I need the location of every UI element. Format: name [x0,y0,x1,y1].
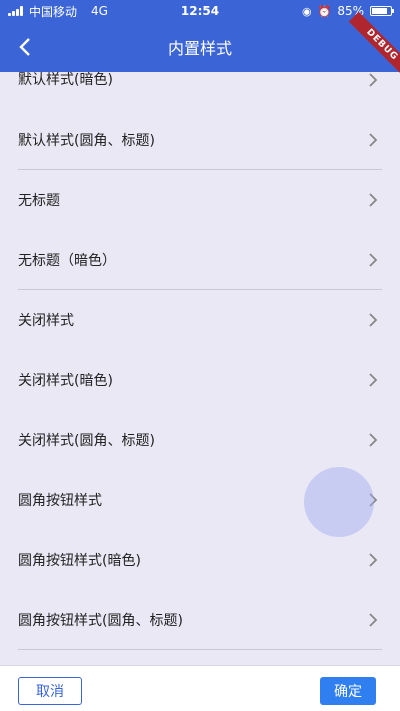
list-item-label: 圆角按钮样式 [18,493,102,509]
list-item-label: 圆角按钮样式(暗色) [18,553,141,569]
list-item-label: 默认样式(暗色) [18,72,113,88]
location-icon: ◉ [302,4,312,18]
chevron-right-icon [369,493,378,507]
chevron-right-icon [369,253,378,267]
debug-banner: DEBUG [348,11,400,79]
chevron-right-icon [369,433,378,447]
alarm-icon: ⏰ [317,4,332,18]
list-item[interactable]: 圆角按钮样式(暗色) [0,530,400,590]
chevron-right-icon [369,313,378,327]
cancel-button[interactable]: 取消 [18,677,82,705]
list-item-label: 关闭样式(圆角、标题) [18,433,155,449]
list-item[interactable]: 关闭样式(暗色) [0,350,400,410]
back-button[interactable] [8,30,42,64]
list-item-label: 无标题（暗色） [18,253,116,269]
list-item-label: 默认样式(圆角、标题) [18,133,155,149]
chevron-right-icon [369,133,378,147]
battery-icon [370,6,394,16]
back-arrow-icon [19,38,30,56]
status-bar: 中国移动 4G 12:54 ◉ ⏰ 85% [0,0,400,22]
list-item-label: 圆角按钮样式(圆角、标题) [18,613,183,629]
chevron-right-icon [369,613,378,627]
divider [18,649,382,650]
app-bar: 内置样式 DEBUG [0,11,400,79]
signal-icon [8,6,23,16]
list-item[interactable]: 圆角按钮样式(圆角、标题) [0,590,400,650]
list-item[interactable]: 关闭样式 [0,290,400,350]
list-item[interactable]: 默认样式(圆角、标题) [0,110,400,170]
chevron-right-icon [369,553,378,567]
list-item[interactable]: 无标题（暗色） [0,230,400,290]
style-list: 默认样式(暗色) 默认样式(圆角、标题) 无标题 无标题（暗色） 关闭样式 关闭… [0,50,400,650]
chevron-right-icon [369,193,378,207]
list-item[interactable]: 无标题 [0,170,400,230]
page-title: 内置样式 [167,39,232,58]
list-item[interactable]: 关闭样式(圆角、标题) [0,410,400,470]
list-item[interactable]: 圆角按钮样式 [0,470,400,530]
network-type: 4G [91,4,108,18]
list-item-label: 关闭样式(暗色) [18,373,113,389]
bottom-action-bar: 取消 确定 [0,665,400,711]
screen: 默认样式(暗色) 默认样式(圆角、标题) 无标题 无标题（暗色） 关闭样式 关闭… [0,0,400,711]
list-item-label: 关闭样式 [18,313,74,329]
carrier-name: 中国移动 [29,4,78,19]
confirm-button[interactable]: 确定 [320,677,376,705]
list-item-label: 无标题 [18,193,60,209]
chevron-right-icon [369,373,378,387]
chevron-right-icon [369,73,378,87]
